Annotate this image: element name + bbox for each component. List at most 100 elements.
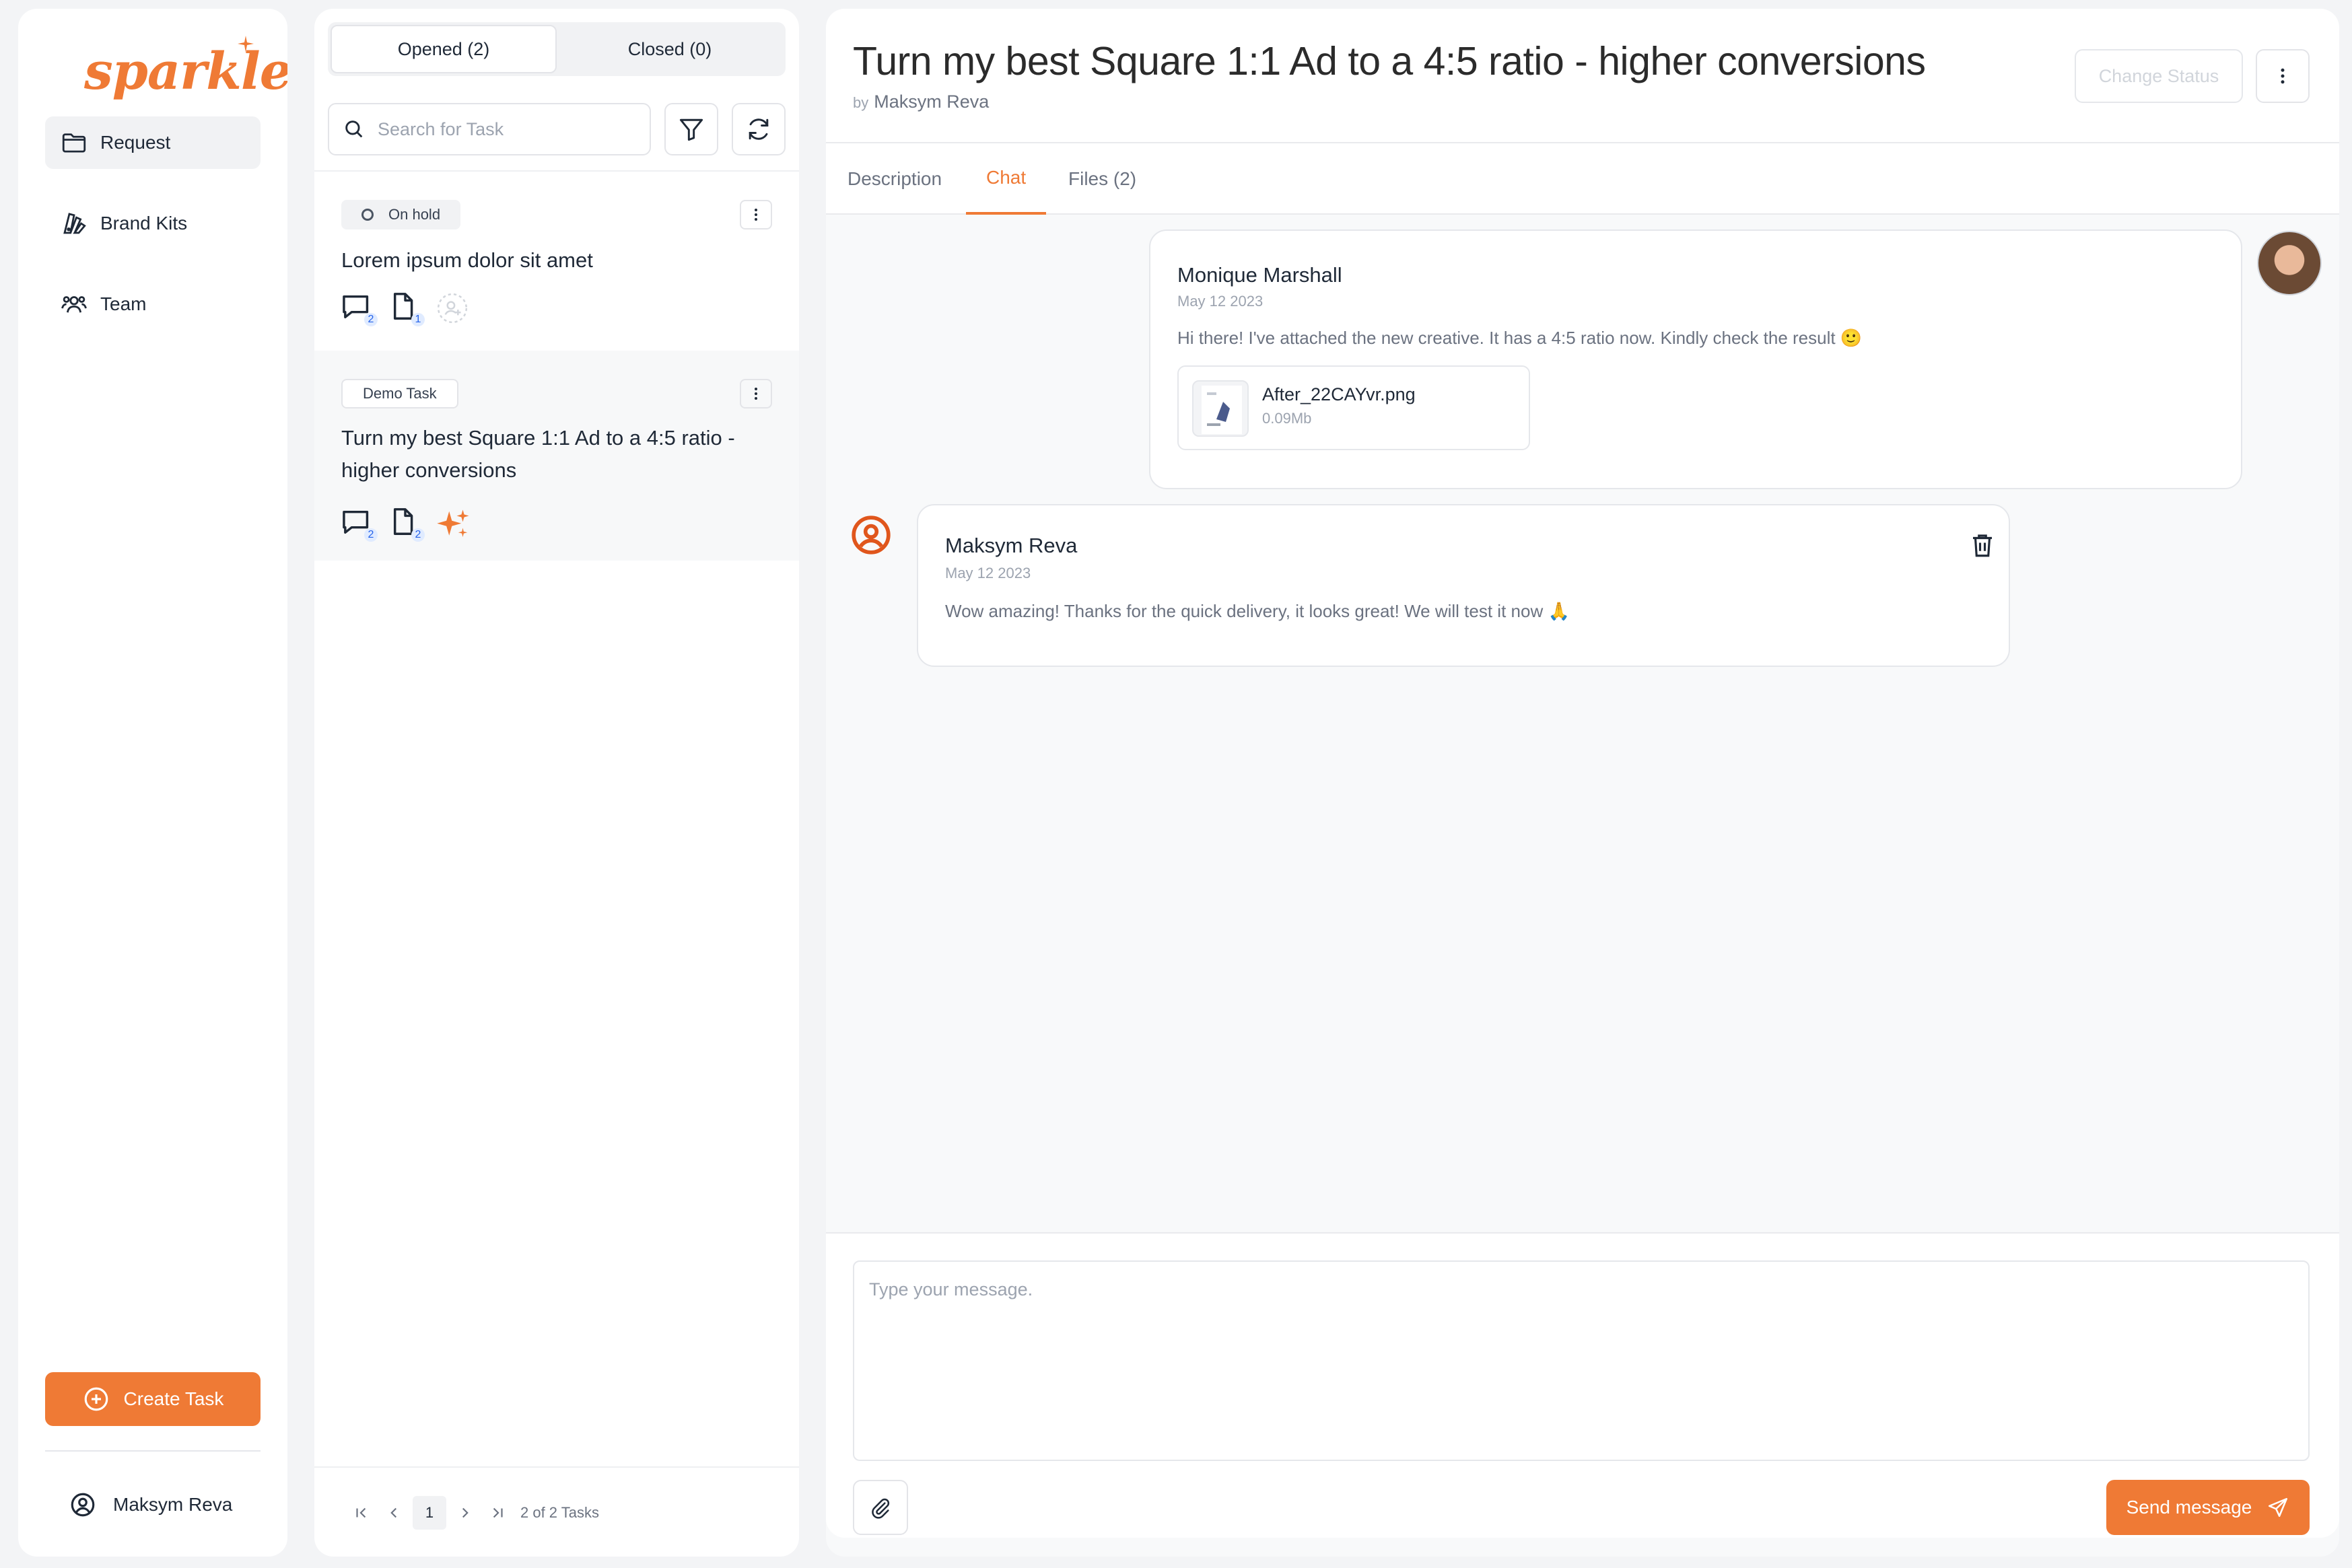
status-dot-icon [361,209,374,221]
message-text: Hi there! I've attached the new creative… [1177,328,1863,348]
task-filter-tabs: Opened (2) Closed (0) [328,22,786,76]
sidebar-divider [45,1450,261,1452]
message-text: Wow amazing! Thanks for the quick delive… [945,601,1570,621]
nav-item-brand-kits[interactable]: Brand Kits [45,197,261,250]
message-input[interactable] [853,1260,2310,1461]
current-page[interactable]: 1 [413,1496,446,1530]
sidebar: sparkle Request Brand Kits Team Create T… [18,9,287,1557]
comment-count: 2 [364,313,378,326]
task-author: by Maksym Reva [853,92,989,112]
file-count: 2 [411,528,425,542]
pagination: 1 2 of 2 Tasks [348,1496,599,1530]
nav-label: Brand Kits [100,213,188,234]
next-page-button[interactable] [452,1499,479,1526]
tab-files[interactable]: Files (2) [1068,143,1136,215]
task-card[interactable]: On hold Lorem ipsum dolor sit amet 2 1 [314,172,799,349]
assign-user-button[interactable] [436,291,472,324]
status-label: On hold [388,206,441,223]
current-user[interactable]: Maksym Reva [69,1491,232,1519]
message-author: Maksym Reva [945,534,1078,557]
refresh-button[interactable] [732,103,786,155]
last-page-button[interactable] [484,1499,511,1526]
chat-message: Monique Marshall May 12 2023 Hi there! I… [1149,229,2242,489]
swatch-icon [63,213,86,234]
change-status-button[interactable]: Change Status [2075,49,2243,103]
logo-sparkle-icon [238,36,254,52]
nav-label: Request [100,132,171,153]
file-count: 1 [411,313,425,326]
detail-header: Turn my best Square 1:1 Ad to a 4:5 rati… [826,9,2339,143]
files-indicator: 1 [388,291,425,326]
page-title: Turn my best Square 1:1 Ad to a 4:5 rati… [853,39,1926,83]
logo[interactable]: sparkle [84,41,287,101]
folder-icon [62,133,86,153]
task-title: Turn my best Square 1:1 Ad to a 4:5 rati… [341,426,735,482]
search-input[interactable] [378,118,633,140]
prev-page-button[interactable] [380,1499,407,1526]
tab-description[interactable]: Description [848,143,942,215]
attachment-thumbnail [1192,380,1249,437]
more-vertical-icon [2281,68,2285,84]
first-page-icon [356,1507,366,1518]
delete-message-icon[interactable] [1968,531,1997,559]
user-avatar-icon [852,515,891,555]
task-badge: Demo Task [341,379,458,408]
nav-item-team[interactable]: Team [45,278,261,330]
message-date: May 12 2023 [1177,293,1264,310]
send-message-button[interactable]: Send message [2106,1480,2310,1535]
chat-message: Maksym Reva May 12 2023 Wow amazing! Tha… [917,504,2010,667]
list-footer-divider [314,1466,799,1468]
user-circle-icon [71,1493,95,1517]
tab-closed[interactable]: Closed (0) [557,25,783,73]
filter-icon [679,118,703,141]
sparkle-indicator [436,507,472,539]
send-label: Send message [2126,1497,2252,1518]
task-meta: 2 1 [341,291,483,326]
comments-indicator: 2 [341,291,378,326]
task-menu-button[interactable] [740,379,772,408]
task-meta: 2 2 [341,507,483,542]
search-icon [345,120,363,138]
files-indicator: 2 [388,507,425,542]
task-list-panel: Opened (2) Closed (0) On hold Lorem ipsu… [314,9,799,1557]
plus-circle-icon [84,1387,108,1411]
add-user-icon [437,293,468,324]
message-composer: Send message [826,1234,2339,1538]
user-name: Maksym Reva [113,1494,233,1515]
attachment-card[interactable]: After_22CAYvr.png 0.09Mb [1177,365,1530,450]
attachment-name: After_22CAYvr.png [1262,384,1416,404]
last-page-icon [493,1507,503,1518]
by-label: by [853,94,869,111]
create-task-button[interactable]: Create Task [45,1372,261,1426]
author-name: Maksym Reva [874,92,990,112]
badge-label: Demo Task [363,385,437,402]
create-task-label: Create Task [123,1388,224,1409]
send-icon [2269,1497,2288,1518]
attachment-size: 0.09Mb [1262,410,1312,427]
task-menu-button[interactable] [740,200,772,229]
tab-chat[interactable]: Chat [966,143,1047,215]
page-count: 2 of 2 Tasks [520,1504,599,1521]
avatar [2257,231,2322,295]
image-thumbnail-icon [1202,386,1242,434]
team-icon [61,296,87,313]
detail-tabs: Description Chat Files (2) [826,143,2339,215]
comments-indicator: 2 [341,507,378,542]
refresh-icon [749,118,769,140]
task-card[interactable]: Demo Task Turn my best Square 1:1 Ad to … [314,351,799,561]
status-badge: On hold [341,200,461,229]
nav-item-request[interactable]: Request [45,116,261,169]
comment-count: 2 [364,528,378,542]
task-title: Lorem ipsum dolor sit amet [341,248,593,272]
paperclip-icon [872,1498,890,1519]
first-page-button[interactable] [348,1499,375,1526]
search-box[interactable] [328,103,651,155]
filter-button[interactable] [664,103,718,155]
detail-menu-button[interactable] [2256,49,2310,103]
nav-label: Team [100,293,147,314]
message-date: May 12 2023 [945,565,1031,581]
tab-opened[interactable]: Opened (2) [331,25,557,73]
chevron-right-icon [462,1507,469,1518]
attach-file-button[interactable] [853,1480,908,1535]
sparkle-icon [437,509,469,537]
